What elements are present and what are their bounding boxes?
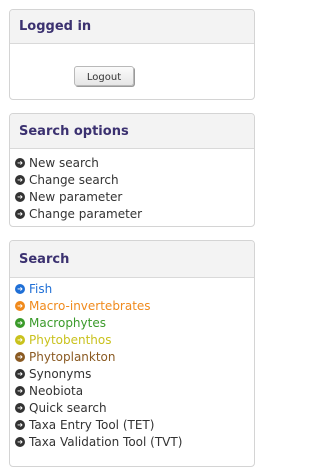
arrow-circle-right-icon: ➜ <box>15 317 25 328</box>
link-label: Phytobenthos <box>29 332 112 347</box>
option-link-new-search[interactable]: ➜ New search <box>10 154 254 171</box>
arrow-circle-right-icon: ➜ <box>15 334 25 345</box>
arrow-circle-right-icon: ➜ <box>15 402 25 413</box>
link-label: New parameter <box>29 189 123 204</box>
arrow-circle-right-icon: ➜ <box>15 351 25 362</box>
arrow-circle-right-icon: ➜ <box>15 368 25 379</box>
search-link-macro-invertebrates[interactable]: ➜ Macro-invertebrates <box>10 297 254 314</box>
arrow-circle-right-icon: ➜ <box>15 191 25 202</box>
arrow-circle-right-icon: ➜ <box>15 385 25 396</box>
logged-in-panel: Logged in Logout <box>9 9 255 100</box>
logout-button[interactable]: Logout <box>74 66 134 86</box>
search-link-taxa-validation-tool-tvt[interactable]: ➜ Taxa Validation Tool (TVT) <box>10 433 254 450</box>
arrow-circle-right-icon: ➜ <box>15 208 25 219</box>
search-link-fish[interactable]: ➜ Fish <box>10 280 254 297</box>
search-options-panel: Search options ➜ New search ➜ Change search… <box>9 113 255 227</box>
search-link-taxa-entry-tool-tet[interactable]: ➜ Taxa Entry Tool (TET) <box>10 416 254 433</box>
arrow-circle-right-icon: ➜ <box>15 283 25 294</box>
search-link-neobiota[interactable]: ➜ Neobiota <box>10 382 254 399</box>
link-label: Quick search <box>29 400 107 415</box>
search-title: Search <box>10 241 254 278</box>
arrow-circle-right-icon: ➜ <box>15 436 25 447</box>
link-label: Phytoplankton <box>29 349 116 364</box>
link-label: New search <box>29 155 99 170</box>
search-link-phytobenthos[interactable]: ➜ Phytobenthos <box>10 331 254 348</box>
link-label: Fish <box>29 281 53 296</box>
search-panel: Search ➜ Fish ➜ Macro-invertebrates ➜ Macroph… <box>9 240 255 467</box>
link-label: Taxa Entry Tool (TET) <box>29 417 155 432</box>
option-link-change-parameter[interactable]: ➜ Change parameter <box>10 205 254 222</box>
link-label: Synonyms <box>29 366 92 381</box>
arrow-circle-right-icon: ➜ <box>15 300 25 311</box>
link-label: Neobiota <box>29 383 84 398</box>
search-link-quick-search[interactable]: ➜ Quick search <box>10 399 254 416</box>
link-label: Macro-invertebrates <box>29 298 151 313</box>
arrow-circle-right-icon: ➜ <box>15 419 25 430</box>
link-label: Macrophytes <box>29 315 106 330</box>
search-list: ➜ Fish ➜ Macro-invertebrates ➜ Macrophytes ➜ Ph… <box>10 278 254 450</box>
logged-in-title: Logged in <box>10 10 254 44</box>
arrow-circle-right-icon: ➜ <box>15 174 25 185</box>
search-link-phytoplankton[interactable]: ➜ Phytoplankton <box>10 348 254 365</box>
link-label: Taxa Validation Tool (TVT) <box>29 434 183 449</box>
search-link-macrophytes[interactable]: ➜ Macrophytes <box>10 314 254 331</box>
link-label: Change parameter <box>29 206 143 221</box>
search-link-synonyms[interactable]: ➜ Synonyms <box>10 365 254 382</box>
option-link-new-parameter[interactable]: ➜ New parameter <box>10 188 254 205</box>
search-options-list: ➜ New search ➜ Change search ➜ New parameter ➜… <box>10 149 254 222</box>
option-link-change-search[interactable]: ➜ Change search <box>10 171 254 188</box>
link-label: Change search <box>29 172 119 187</box>
search-options-title: Search options <box>10 114 254 149</box>
arrow-circle-right-icon: ➜ <box>15 157 25 168</box>
